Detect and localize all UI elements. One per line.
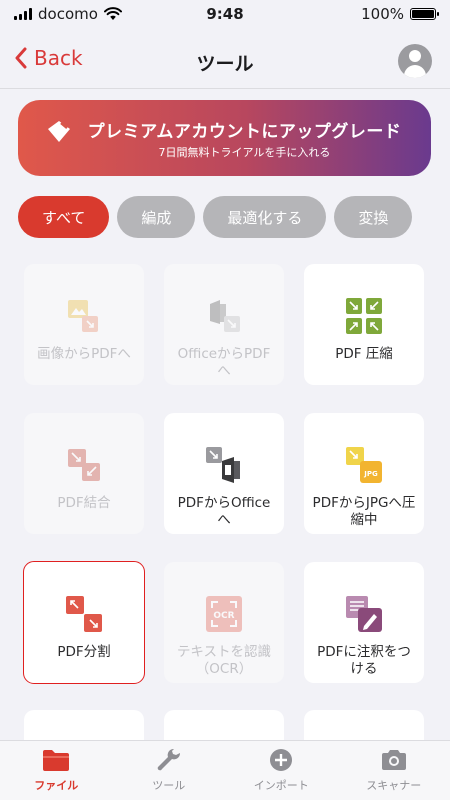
tool-split-pdf[interactable]: PDF分割 [23, 561, 145, 684]
tool-label: テキストを認識（OCR） [176, 644, 272, 677]
wrench-icon [157, 748, 180, 771]
tool-pdf-to-jpg[interactable]: JPG PDFからJPGへ圧縮中 [304, 413, 424, 534]
tool-ocr[interactable]: OCR テキストを認識（OCR） [164, 562, 284, 683]
svg-text:OCR: OCR [213, 611, 234, 621]
plus-circle-icon [270, 749, 293, 771]
tool-label: 画像からPDFへ [37, 346, 131, 362]
page-title: ツール [196, 52, 254, 75]
tab-label: ツール [152, 779, 186, 792]
camera-icon [381, 750, 406, 770]
split-pdf-icon [66, 596, 102, 632]
tool-compress-pdf[interactable]: PDF 圧縮 [304, 264, 424, 385]
tab-files[interactable]: ファイル [0, 741, 113, 800]
folder-icon [43, 750, 70, 771]
tab-import[interactable]: インポート [225, 741, 338, 800]
filter-chip-all[interactable]: すべて [18, 196, 110, 238]
tool-label: PDF結合 [57, 495, 111, 511]
tool-label: PDFからOfficeへ [177, 495, 271, 528]
filter-chip-optimize[interactable]: 最適化する [203, 196, 327, 238]
back-label: Back [34, 46, 83, 70]
filter-chips: すべて 編成 最適化する 変換 [18, 196, 413, 238]
premium-subtitle: 7日間無料トライアルを手に入れる [158, 145, 331, 159]
compress-pdf-icon [346, 298, 382, 334]
tool-image-to-pdf[interactable]: 画像からPDFへ [24, 264, 144, 385]
filter-chip-convert[interactable]: 変換 [334, 196, 413, 238]
chevron-left-icon [15, 47, 27, 69]
nav-divider [0, 88, 450, 89]
battery-fill [412, 10, 434, 18]
status-left: docomo [14, 5, 122, 23]
tab-tools[interactable]: ツール [113, 741, 226, 800]
status-bar: docomo 9:48 100% [0, 0, 450, 28]
signal-icon [14, 8, 32, 20]
tool-merge-pdf[interactable]: PDF結合 [24, 413, 144, 534]
avatar-icon[interactable] [398, 44, 432, 78]
carrier-name: docomo [38, 5, 98, 23]
tool-pdf-to-office[interactable]: PDFからOfficeへ [164, 413, 284, 534]
tool-label: PDFに注釈をつける [317, 644, 411, 677]
nav-bar: Back ツール [0, 36, 450, 88]
tool-office-to-pdf[interactable]: OfficeからPDFへ [164, 264, 284, 385]
tool-label: PDF 圧縮 [335, 346, 393, 362]
back-button[interactable]: Back [14, 46, 83, 70]
status-right: 100% [361, 5, 439, 23]
office-to-pdf-icon [210, 300, 240, 332]
battery-percent: 100% [361, 5, 404, 23]
tab-bar: ファイル ツール インポート スキャナー [0, 740, 450, 800]
wifi-icon [103, 7, 122, 20]
battery-icon [410, 8, 439, 20]
tools-grid: 画像からPDFへ OfficeからPDFへ PDF 圧縮 PDF結合 PDFから… [23, 264, 424, 684]
merge-pdf-icon [68, 449, 100, 481]
tab-label: ファイル [34, 779, 79, 792]
tool-annotate-pdf[interactable]: PDFに注釈をつける [304, 562, 424, 683]
pdf-to-jpg-icon: JPG [346, 447, 382, 483]
tool-label: PDFからJPGへ圧縮中 [312, 495, 416, 528]
premium-upgrade-banner[interactable]: プレミアムアカウントにアップグレード 7日間無料トライアルを手に入れる [18, 100, 431, 176]
premium-tag-icon [48, 121, 70, 142]
tab-label: スキャナー [366, 779, 422, 792]
tab-scanner[interactable]: スキャナー [338, 741, 450, 800]
tool-label: OfficeからPDFへ [177, 346, 271, 379]
annotate-pdf-icon [346, 596, 382, 632]
filter-chip-organize[interactable]: 編成 [117, 196, 196, 238]
tab-label: インポート [253, 779, 309, 792]
tool-label: PDF分割 [57, 644, 111, 660]
ocr-icon: OCR [206, 596, 242, 632]
pdf-to-office-icon [206, 447, 240, 483]
svg-text:JPG: JPG [363, 470, 378, 478]
premium-title: プレミアムアカウントにアップグレード [87, 121, 402, 142]
image-to-pdf-icon [68, 300, 98, 332]
